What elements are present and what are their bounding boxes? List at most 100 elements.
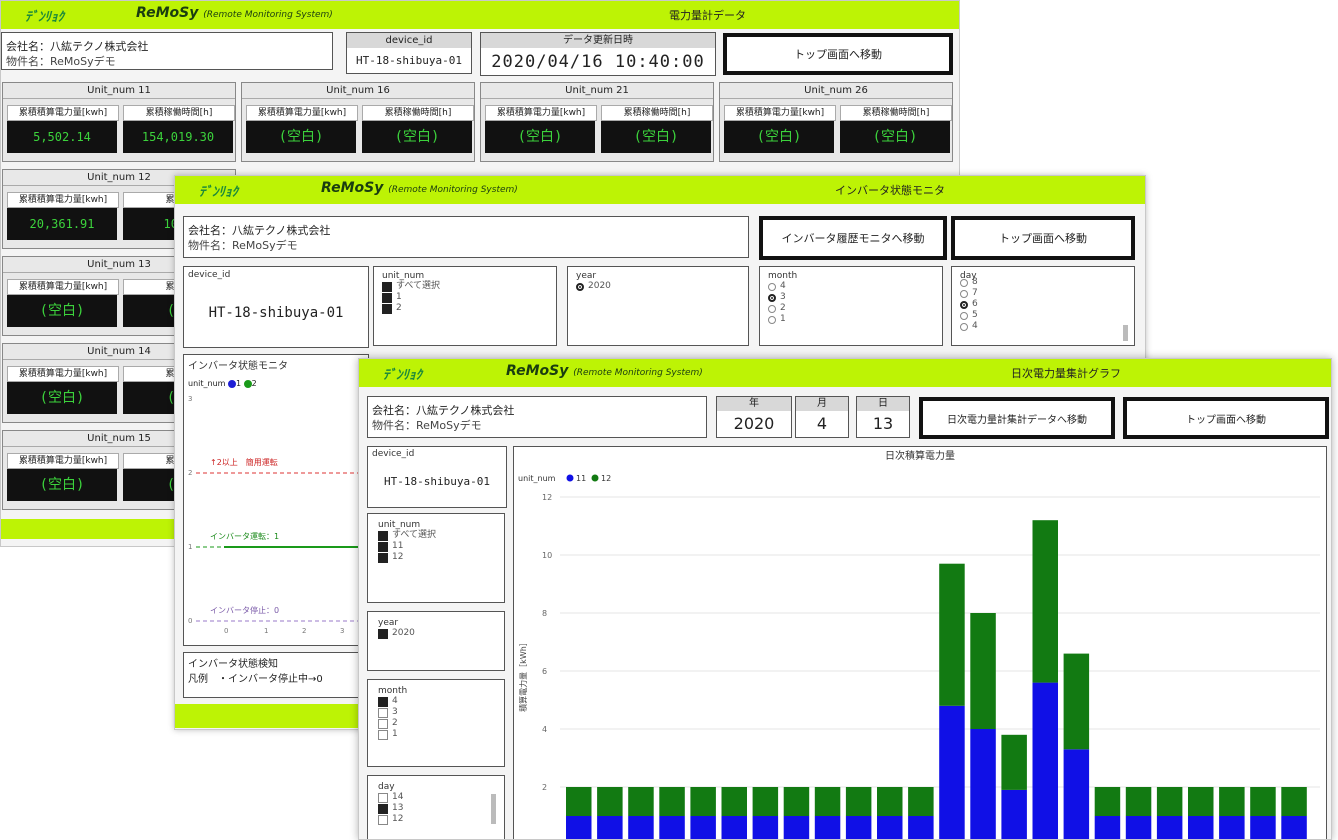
bar-unit-12[interactable]	[783, 787, 810, 816]
checkbox-icon[interactable]	[378, 803, 388, 814]
slicer-option[interactable]: 12	[378, 814, 494, 825]
slicer-option[interactable]: 1	[768, 314, 934, 325]
checkbox-icon[interactable]	[378, 814, 388, 825]
bar-unit-11[interactable]	[783, 816, 810, 840]
bar-unit-11[interactable]	[566, 816, 592, 840]
top-screen-button[interactable]: トップ画面へ移動	[723, 33, 953, 75]
bar-unit-11[interactable]	[908, 816, 934, 840]
slicer-option[interactable]: 4	[768, 281, 934, 292]
slicer-option[interactable]: 4	[378, 696, 494, 707]
slicer-option[interactable]: 2	[768, 303, 934, 314]
checkbox-icon[interactable]	[378, 729, 388, 740]
slicer-option[interactable]: 13	[378, 803, 494, 814]
radio-icon[interactable]	[768, 282, 776, 291]
checkbox-icon[interactable]	[378, 718, 388, 729]
checkbox-icon[interactable]	[382, 303, 392, 314]
bar-unit-11[interactable]	[1156, 816, 1183, 840]
slicer-option[interactable]: 1	[378, 729, 494, 740]
checkbox-icon[interactable]	[378, 530, 388, 541]
bar-unit-12[interactable]	[721, 787, 748, 816]
bar-unit-11[interactable]	[1001, 789, 1027, 840]
bar-unit-12[interactable]	[597, 787, 623, 816]
bar-unit-11[interactable]	[1281, 816, 1307, 840]
slicer-option[interactable]: 2	[378, 718, 494, 729]
bar-unit-12[interactable]	[1125, 787, 1152, 816]
inverter-history-button[interactable]: インバータ履歴モニタへ移動	[759, 216, 947, 260]
checkbox-icon[interactable]	[378, 792, 388, 803]
slicer-option[interactable]: 11	[378, 541, 494, 552]
bar-unit-12[interactable]	[1250, 787, 1276, 816]
bar-unit-12[interactable]	[1188, 787, 1214, 816]
radio-icon[interactable]	[960, 278, 968, 287]
slicer-option[interactable]: 3	[768, 292, 934, 303]
bar-unit-11[interactable]	[1250, 816, 1276, 840]
radio-icon[interactable]	[576, 282, 584, 291]
bar-unit-12[interactable]	[752, 787, 779, 816]
bar-unit-11[interactable]	[659, 816, 685, 840]
bar-unit-12[interactable]	[814, 787, 841, 816]
radio-icon[interactable]	[768, 304, 776, 313]
slicer-option[interactable]: 7	[960, 288, 1126, 299]
bar-unit-11[interactable]	[939, 705, 965, 840]
checkbox-icon[interactable]	[378, 696, 388, 707]
bar-unit-11[interactable]	[1032, 682, 1059, 840]
bar-unit-11[interactable]	[752, 816, 779, 840]
bar-unit-12[interactable]	[1001, 734, 1027, 790]
bar-unit-11[interactable]	[628, 816, 654, 840]
bar-unit-11[interactable]	[690, 816, 716, 840]
bar-unit-12[interactable]	[1094, 787, 1121, 816]
slicer-option[interactable]: 8	[960, 277, 1126, 288]
slicer-option[interactable]: 1	[382, 292, 548, 303]
bar-unit-12[interactable]	[970, 613, 996, 729]
bar-unit-12[interactable]	[1281, 787, 1307, 816]
scrollbar[interactable]	[1123, 325, 1128, 341]
bar-unit-12[interactable]	[908, 787, 934, 816]
bar-unit-12[interactable]	[659, 787, 685, 816]
bar-unit-12[interactable]	[877, 787, 903, 816]
bar-unit-11[interactable]	[597, 816, 623, 840]
radio-icon[interactable]	[960, 300, 968, 309]
checkbox-icon[interactable]	[378, 552, 388, 563]
bar-unit-12[interactable]	[566, 787, 592, 816]
bar-unit-12[interactable]	[690, 787, 716, 816]
bar-unit-11[interactable]	[1188, 816, 1214, 840]
radio-icon[interactable]	[768, 315, 776, 324]
slicer-option[interactable]: 12	[378, 552, 494, 563]
bar-unit-11[interactable]	[877, 816, 903, 840]
bar-unit-11[interactable]	[1094, 816, 1121, 840]
checkbox-icon[interactable]	[378, 628, 388, 639]
slicer-option[interactable]: 2020	[576, 281, 740, 292]
slicer-option[interactable]: 3	[378, 707, 494, 718]
daily-data-button[interactable]: 日次電力量計集計データへ移動	[919, 397, 1115, 439]
slicer-option[interactable]: 14	[378, 792, 494, 803]
top-screen-button[interactable]: トップ画面へ移動	[1123, 397, 1329, 439]
bar-unit-12[interactable]	[628, 787, 654, 816]
checkbox-icon[interactable]	[382, 281, 392, 292]
checkbox-icon[interactable]	[382, 292, 392, 303]
bar-unit-11[interactable]	[721, 816, 748, 840]
slicer-option[interactable]: 2	[382, 303, 548, 314]
bar-unit-11[interactable]	[1125, 816, 1152, 840]
slicer-option[interactable]: 5	[960, 310, 1126, 321]
bar-unit-11[interactable]	[845, 816, 872, 840]
bar-unit-11[interactable]	[814, 816, 841, 840]
slicer-option[interactable]: 6	[960, 299, 1126, 310]
slicer-option[interactable]: 4	[960, 321, 1126, 332]
bar-unit-12[interactable]	[1032, 520, 1059, 683]
bar-unit-12[interactable]	[1156, 787, 1183, 816]
checkbox-icon[interactable]	[378, 541, 388, 552]
slicer-option[interactable]: 2020	[378, 628, 494, 639]
checkbox-icon[interactable]	[378, 707, 388, 718]
bar-unit-11[interactable]	[1063, 749, 1090, 840]
radio-icon[interactable]	[960, 311, 968, 320]
bar-unit-11[interactable]	[1219, 816, 1245, 840]
bar-unit-12[interactable]	[939, 563, 965, 706]
radio-icon[interactable]	[960, 322, 968, 331]
bar-unit-11[interactable]	[970, 729, 996, 840]
top-screen-button[interactable]: トップ画面へ移動	[951, 216, 1135, 260]
slicer-option[interactable]: すべて選択	[378, 530, 494, 541]
bar-unit-12[interactable]	[1219, 787, 1245, 816]
slicer-option[interactable]: すべて選択	[382, 281, 548, 292]
bar-unit-12[interactable]	[1063, 653, 1090, 750]
radio-icon[interactable]	[768, 293, 776, 302]
